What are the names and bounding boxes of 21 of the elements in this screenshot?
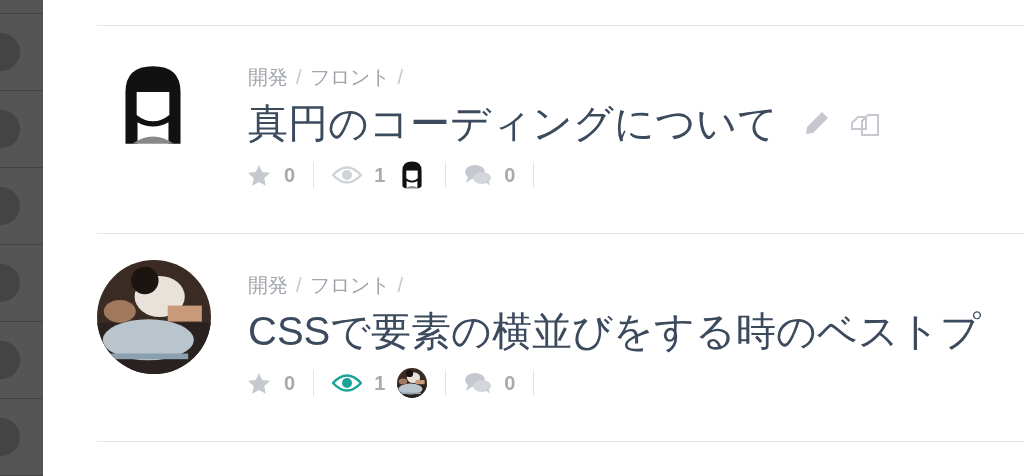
breadcrumb-separator: / — [397, 65, 404, 90]
breadcrumb-link[interactable]: フロント — [309, 62, 390, 92]
breadcrumb-link[interactable]: 開発 — [248, 62, 288, 92]
comment-count: 0 — [504, 371, 516, 396]
post-title-link[interactable]: CSSで要素の横並びをする時のベストプ — [248, 301, 982, 361]
comments-icon — [464, 372, 493, 394]
star-icon — [248, 372, 270, 394]
view-count: 1 — [374, 371, 386, 396]
breadcrumb-link[interactable]: フロント — [309, 270, 390, 300]
comments-icon — [464, 164, 493, 186]
breadcrumb-separator: / — [296, 65, 302, 90]
breadcrumb-link[interactable]: 開発 — [248, 270, 288, 300]
star-icon — [248, 164, 270, 186]
breadcrumb-separator: / — [397, 273, 404, 298]
comment-count: 0 — [504, 163, 516, 188]
pencil-icon[interactable] — [804, 110, 830, 136]
view-count: 1 — [374, 163, 386, 188]
star-count: 0 — [284, 371, 296, 396]
star-count: 0 — [284, 163, 296, 188]
breadcrumb-separator: / — [296, 273, 302, 298]
post-title-link[interactable]: 真円のコーディングについて — [248, 93, 778, 153]
